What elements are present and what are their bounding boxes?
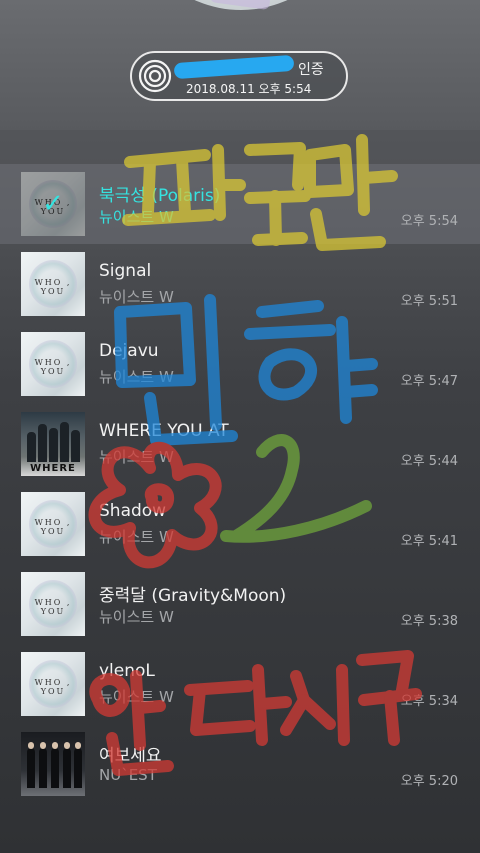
track-artist: 뉴이스트 W (99, 688, 174, 706)
track-title: Dejavu (99, 341, 159, 361)
track-artist: 뉴이스트 W (99, 288, 174, 306)
track-played-time: 오후 5:54 (400, 214, 458, 229)
track-title: Shadow (99, 501, 167, 521)
track-artist: 뉴이스트 W (99, 608, 174, 626)
track-row[interactable]: WHO , YOU Dejavu 뉴이스트 W 오후 5:47 (0, 324, 480, 404)
track-played-time: 오후 5:38 (400, 614, 458, 629)
track-played-time: 오후 5:20 (400, 774, 458, 789)
now-playing-header: 인증 2018.08.11 오후 5:54 (0, 0, 480, 130)
track-title: WHERE YOU AT (99, 421, 229, 441)
list-top-divider (0, 130, 480, 164)
who-you-album-art: WHO , YOU (21, 252, 85, 316)
yeoboseyo-album-art (21, 732, 85, 796)
track-row[interactable]: WHO , YOU Signal 뉴이스트 W 오후 5:51 (0, 244, 480, 324)
certification-label: 인증 (298, 62, 324, 78)
streaming-certification-badge[interactable]: 인증 2018.08.11 오후 5:54 (130, 51, 348, 101)
track-title: ylenoL (99, 661, 155, 681)
track-artist: 뉴이스트 W (99, 528, 174, 546)
track-title: 여보세요 (99, 746, 162, 766)
track-played-time: 오후 5:34 (400, 694, 458, 709)
track-played-time: 오후 5:44 (400, 454, 458, 469)
track-played-time: 오후 5:47 (400, 374, 458, 389)
track-artist: 뉴이스트 W (99, 208, 174, 226)
track-title: 북극성 (Polaris) (99, 186, 221, 206)
melon-logo-icon (138, 59, 172, 93)
who-you-album-art: WHO , YOU (21, 652, 85, 716)
track-title: Signal (99, 261, 152, 281)
track-row[interactable]: WHO , YOU Shadow 뉴이스트 W 오후 5:41 (0, 484, 480, 564)
recent-tracks-list: WHO , YOU ✓ 북극성 (Polaris) 뉴이스트 W 오후 5:54… (0, 164, 480, 804)
certification-timestamp: 2018.08.11 오후 5:54 (186, 82, 312, 96)
track-played-time: 오후 5:41 (400, 534, 458, 549)
track-row[interactable]: WHO , YOU ylenoL 뉴이스트 W 오후 5:34 (0, 644, 480, 724)
track-artist: 뉴이스트 W (99, 448, 174, 466)
track-row[interactable]: WHERE WHERE YOU AT 뉴이스트 W 오후 5:44 (0, 404, 480, 484)
track-artist: NU`EST (99, 766, 157, 784)
who-you-album-art: WHO , YOU (21, 492, 85, 556)
track-row[interactable]: WHO , YOU ✓ 북극성 (Polaris) 뉴이스트 W 오후 5:54 (0, 164, 480, 244)
track-title: 중력달 (Gravity&Moon) (99, 586, 287, 606)
check-icon: ✓ (21, 172, 85, 236)
track-played-time: 오후 5:51 (400, 294, 458, 309)
track-row[interactable]: 여보세요 NU`EST 오후 5:20 (0, 724, 480, 804)
who-you-album-art: WHO , YOU (21, 332, 85, 396)
track-artist: 뉴이스트 W (99, 368, 174, 386)
where-album-art: WHERE (21, 412, 85, 476)
track-row[interactable]: WHO , YOU 중력달 (Gravity&Moon) 뉴이스트 W 오후 5… (0, 564, 480, 644)
redacted-username (173, 54, 295, 80)
who-you-album-art: WHO , YOU (21, 572, 85, 636)
who-you-album-art: WHO , YOU ✓ (21, 172, 85, 236)
